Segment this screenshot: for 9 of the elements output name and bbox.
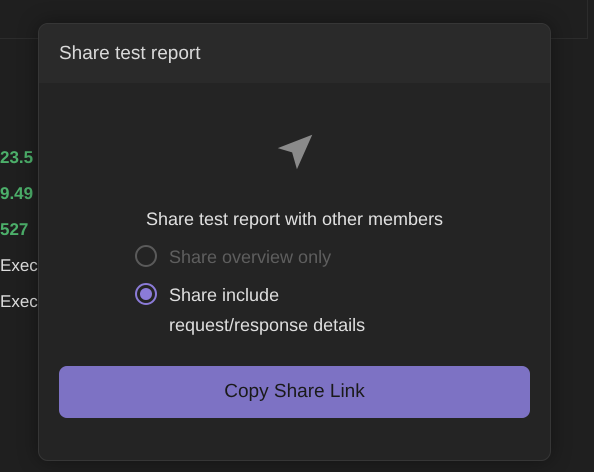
- background-value: 23.5: [0, 147, 34, 169]
- background-value: 9.49: [0, 183, 34, 205]
- background-value: Exec: [0, 255, 38, 277]
- dialog-heading: Share test report with other members: [146, 209, 444, 230]
- copy-link-button[interactable]: Copy Share Link: [59, 366, 530, 418]
- background-value: Exec: [0, 291, 38, 313]
- background-value: 527: [0, 219, 30, 241]
- radio-option[interactable]: Share include request/response details: [135, 280, 405, 340]
- dialog-title: Share test report: [59, 42, 201, 64]
